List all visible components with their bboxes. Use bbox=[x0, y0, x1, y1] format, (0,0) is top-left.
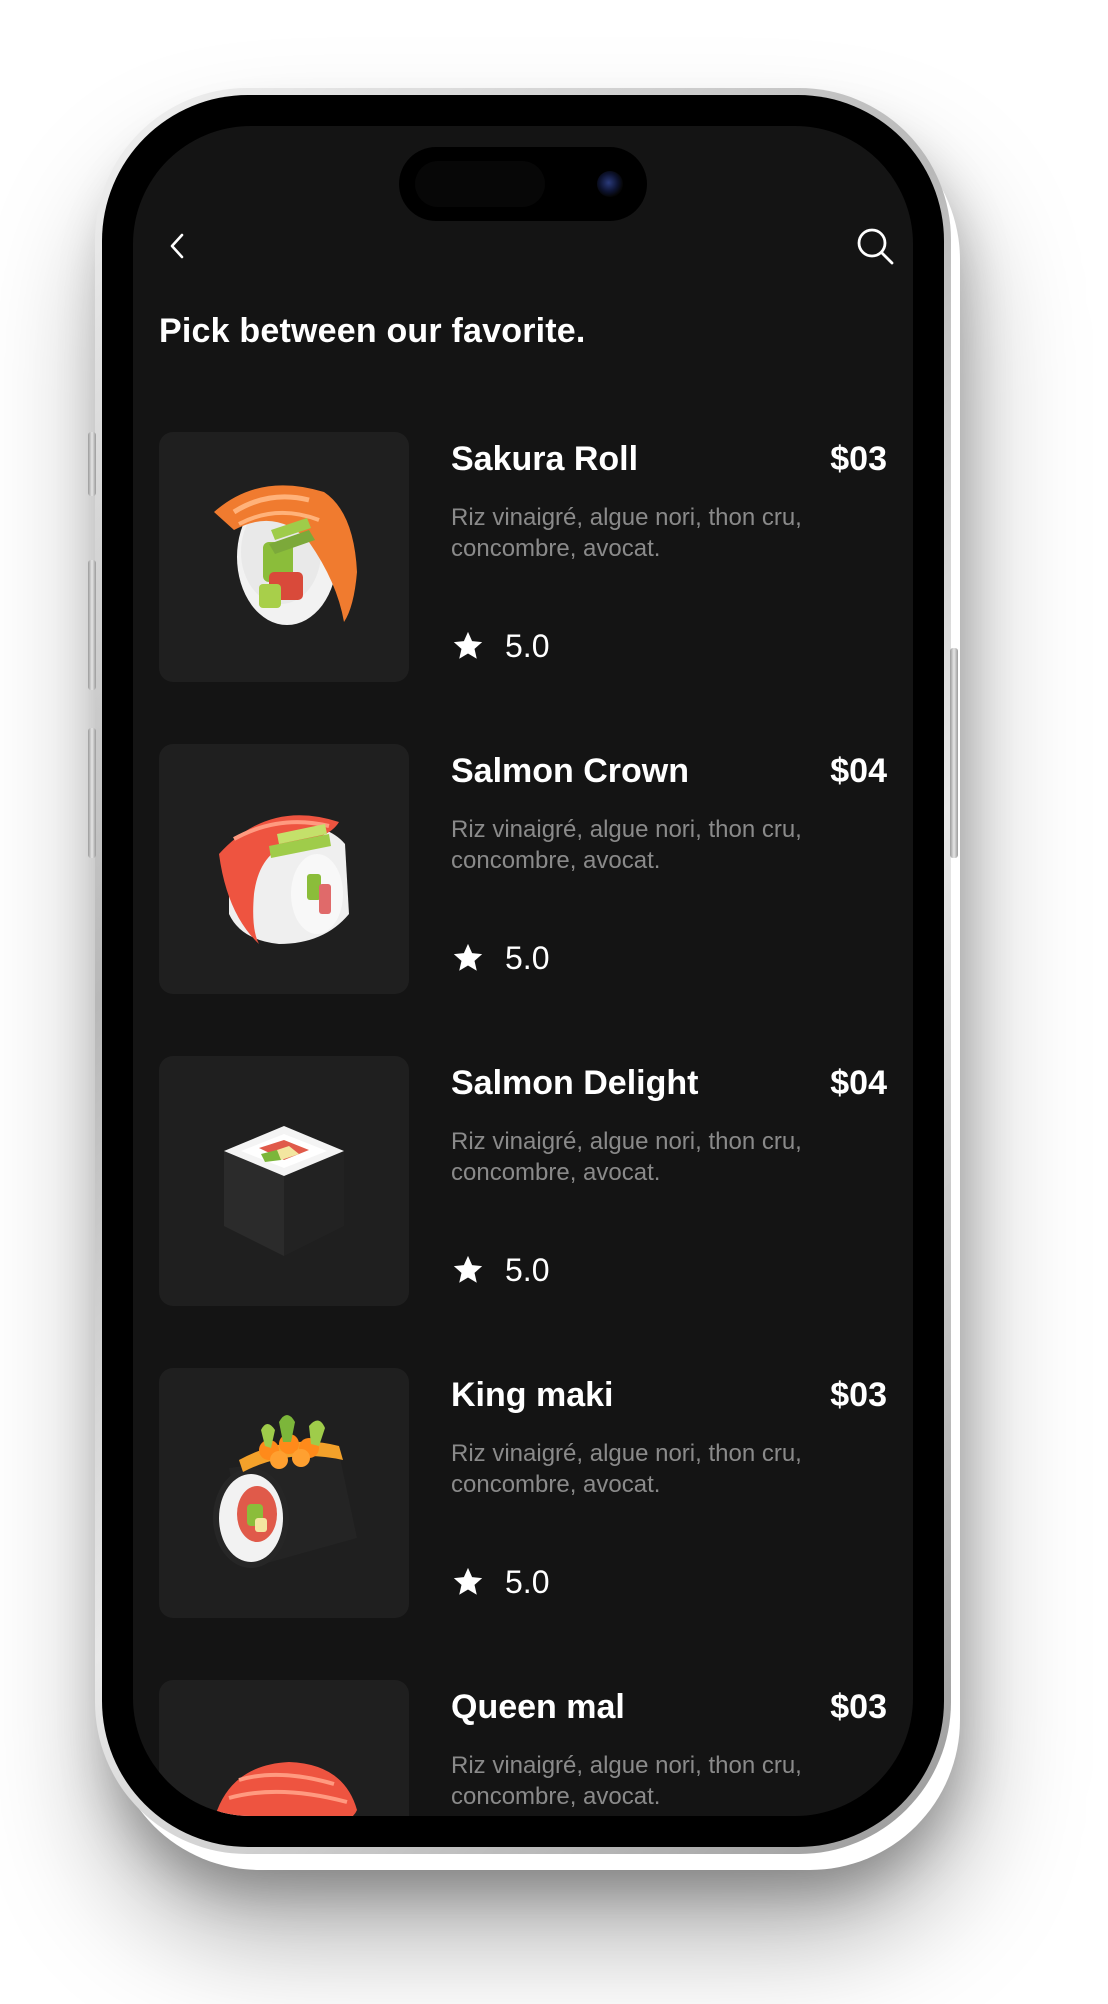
action-button bbox=[88, 432, 96, 496]
item-name: King maki bbox=[451, 1376, 614, 1414]
item-description: Riz vinaigré, algue nori, thon cru, conc… bbox=[451, 1440, 802, 1498]
item-name: Salmon Crown bbox=[451, 752, 690, 790]
item-price: $03 bbox=[830, 1688, 887, 1726]
item-description: Riz vinaigré, algue nori, thon cru, conc… bbox=[451, 504, 802, 562]
rating-value: 5.0 bbox=[505, 939, 550, 976]
star-icon bbox=[453, 1255, 483, 1283]
menu-item[interactable]: King maki $03 Riz vinaigré, algue nori, … bbox=[159, 1368, 887, 1618]
menu-item[interactable]: Salmon Delight $04 Riz vinaigré, algue n… bbox=[159, 1056, 887, 1306]
app-screen: Pick between our favorite. Sakura Roll $… bbox=[133, 126, 913, 1816]
item-name: Sakura Roll bbox=[451, 440, 639, 478]
item-rating: 5.0 bbox=[451, 628, 549, 664]
search-icon[interactable] bbox=[851, 222, 899, 270]
item-name: Salmon Delight bbox=[451, 1064, 699, 1102]
item-price: $04 bbox=[830, 752, 887, 790]
item-price: $03 bbox=[830, 440, 887, 478]
item-name: Queen mal bbox=[451, 1688, 625, 1726]
dynamic-island bbox=[399, 147, 647, 221]
device-mockup: Pick between our favorite. Sakura Roll $… bbox=[0, 0, 1108, 2004]
rating-value: 5.0 bbox=[505, 1251, 550, 1288]
rating-value: 5.0 bbox=[505, 627, 550, 664]
item-price: $03 bbox=[830, 1376, 887, 1414]
menu-item-info: Queen mal $03 Riz vinaigré, algue nori, … bbox=[451, 1680, 887, 1816]
salmon-nigiri-roll-illustration bbox=[159, 432, 409, 682]
item-description: Riz vinaigré, algue nori, thon cru, conc… bbox=[451, 816, 802, 874]
front-camera bbox=[597, 171, 623, 197]
menu-item-info: King maki $03 Riz vinaigré, algue nori, … bbox=[451, 1368, 887, 1618]
chevron-left-icon[interactable] bbox=[155, 224, 199, 268]
page-title: Pick between our favorite. bbox=[159, 312, 586, 350]
item-rating: 5.0 bbox=[451, 1252, 549, 1288]
star-icon bbox=[453, 1567, 483, 1595]
king-maki-illustration bbox=[159, 1368, 409, 1618]
volume-up-button bbox=[88, 560, 96, 690]
menu-item[interactable]: Sakura Roll $03 Riz vinaigré, algue nori… bbox=[159, 432, 887, 682]
volume-down-button bbox=[88, 728, 96, 858]
menu-item[interactable]: Queen mal $03 Riz vinaigré, algue nori, … bbox=[159, 1680, 887, 1816]
menu-item-info: Salmon Delight $04 Riz vinaigré, algue n… bbox=[451, 1056, 887, 1306]
item-description: Riz vinaigré, algue nori, thon cru, conc… bbox=[451, 1128, 802, 1186]
menu-item-info: Salmon Crown $04 Riz vinaigré, algue nor… bbox=[451, 744, 887, 994]
star-icon bbox=[453, 943, 483, 971]
rating-value: 5.0 bbox=[505, 1563, 550, 1600]
item-price: $04 bbox=[830, 1064, 887, 1102]
top-navigation-bar bbox=[133, 216, 913, 276]
nori-maki-illustration bbox=[159, 1056, 409, 1306]
star-icon bbox=[453, 631, 483, 659]
island-sensor bbox=[415, 161, 545, 207]
power-button bbox=[950, 648, 958, 858]
menu-item[interactable]: Salmon Crown $04 Riz vinaigré, algue nor… bbox=[159, 744, 887, 994]
menu-list: Sakura Roll $03 Riz vinaigré, algue nori… bbox=[159, 432, 887, 1816]
menu-item-info: Sakura Roll $03 Riz vinaigré, algue nori… bbox=[451, 432, 887, 682]
item-rating: 5.0 bbox=[451, 1564, 549, 1600]
tuna-nigiri-illustration bbox=[159, 1680, 409, 1816]
item-description: Riz vinaigré, algue nori, thon cru, conc… bbox=[451, 1752, 802, 1810]
salmon-crown-roll-illustration bbox=[159, 744, 409, 994]
item-rating: 5.0 bbox=[451, 940, 549, 976]
